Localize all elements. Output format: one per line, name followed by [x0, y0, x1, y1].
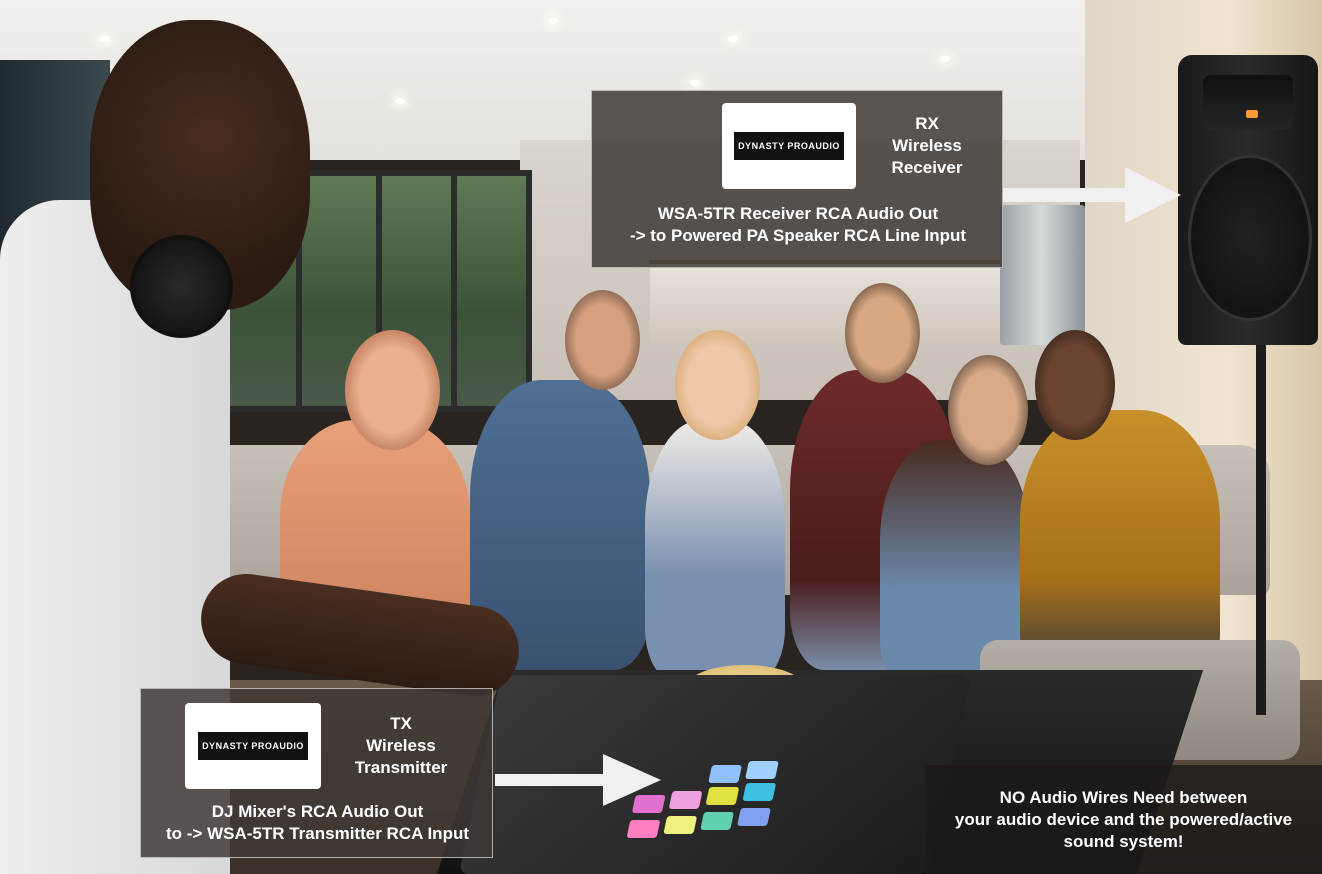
note-line: NO Audio Wires Need between: [999, 787, 1248, 807]
headphones: [130, 235, 233, 338]
pa-speaker: [1178, 55, 1318, 345]
kitchen-counter: [650, 260, 1010, 344]
logo-text: DYNASTY PROAUDIO: [198, 732, 308, 760]
tx-title: TX Wireless Transmitter: [336, 713, 466, 779]
dynasty-proaudio-logo: DYNASTY PROAUDIO: [185, 703, 321, 789]
speaker-stand: [1256, 345, 1266, 715]
tx-transmitter-panel: DYNASTY PROAUDIO TX Wireless Transmitter…: [140, 688, 493, 858]
guest: [645, 420, 785, 680]
guest-head: [845, 283, 920, 383]
rx-description-line: -> to Powered PA Speaker RCA Line Input: [629, 226, 967, 245]
rx-description-line: WSA-5TR Receiver RCA Audio Out: [657, 204, 939, 223]
arrow-right-icon: [495, 754, 661, 806]
ceiling-light: [690, 80, 700, 86]
rx-title-line: Wireless: [892, 136, 962, 155]
dynasty-proaudio-logo: DYNASTY PROAUDIO: [722, 103, 856, 189]
tx-description-line: DJ Mixer's RCA Audio Out: [211, 802, 424, 821]
tx-title-line: TX: [390, 714, 412, 733]
no-wires-note: NO Audio Wires Need between your audio d…: [925, 765, 1322, 874]
ceiling-light: [548, 18, 558, 24]
rx-description: WSA-5TR Receiver RCA Audio Out -> to Pow…: [592, 203, 1004, 247]
ceiling-light: [100, 36, 110, 42]
ceiling-light: [395, 98, 405, 104]
ceiling-light: [940, 56, 950, 62]
note-line: your audio device and the powered/active: [954, 809, 1293, 829]
guest-head: [565, 290, 640, 390]
tx-title-line: Wireless: [366, 736, 436, 755]
arrow-right-icon: [1003, 167, 1181, 223]
refrigerator: [1000, 205, 1085, 345]
rx-title-line: Receiver: [891, 158, 963, 177]
tx-title-line: Transmitter: [354, 758, 448, 777]
logo-text: DYNASTY PROAUDIO: [734, 132, 844, 160]
guest-head: [948, 355, 1028, 465]
rx-title-line: RX: [915, 114, 939, 133]
tx-description-line: to -> WSA-5TR Transmitter RCA Input: [165, 824, 469, 843]
guest-head: [1035, 330, 1115, 440]
guest-head: [675, 330, 760, 440]
guest-head: [345, 330, 440, 450]
rx-receiver-panel: DYNASTY PROAUDIO RX Wireless Receiver WS…: [591, 90, 1003, 268]
tx-description: DJ Mixer's RCA Audio Out to -> WSA-5TR T…: [141, 801, 494, 845]
ceiling-light: [728, 36, 738, 42]
rx-title: RX Wireless Receiver: [872, 113, 982, 179]
note-line: sound system!: [1063, 831, 1184, 851]
